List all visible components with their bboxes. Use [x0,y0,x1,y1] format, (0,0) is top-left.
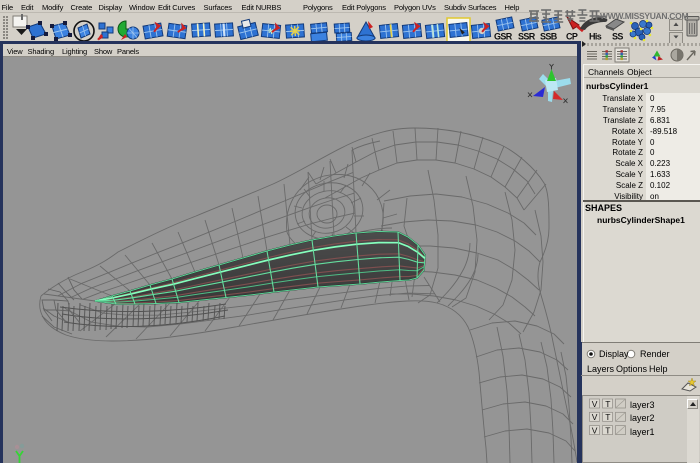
svg-text:T: T [605,425,610,435]
svg-text:SSR: SSR [518,32,536,42]
svg-text:V: V [592,399,598,409]
svg-text:T: T [605,412,610,422]
svg-text:CP: CP [566,32,578,42]
svg-text:SS: SS [612,32,623,42]
svg-text:V: V [592,425,598,435]
svg-text:His: His [589,32,602,42]
svg-text:V: V [592,412,598,422]
svg-text:T: T [605,399,610,409]
svg-text:GSR: GSR [494,32,513,42]
svg-text:SSB: SSB [540,32,558,42]
